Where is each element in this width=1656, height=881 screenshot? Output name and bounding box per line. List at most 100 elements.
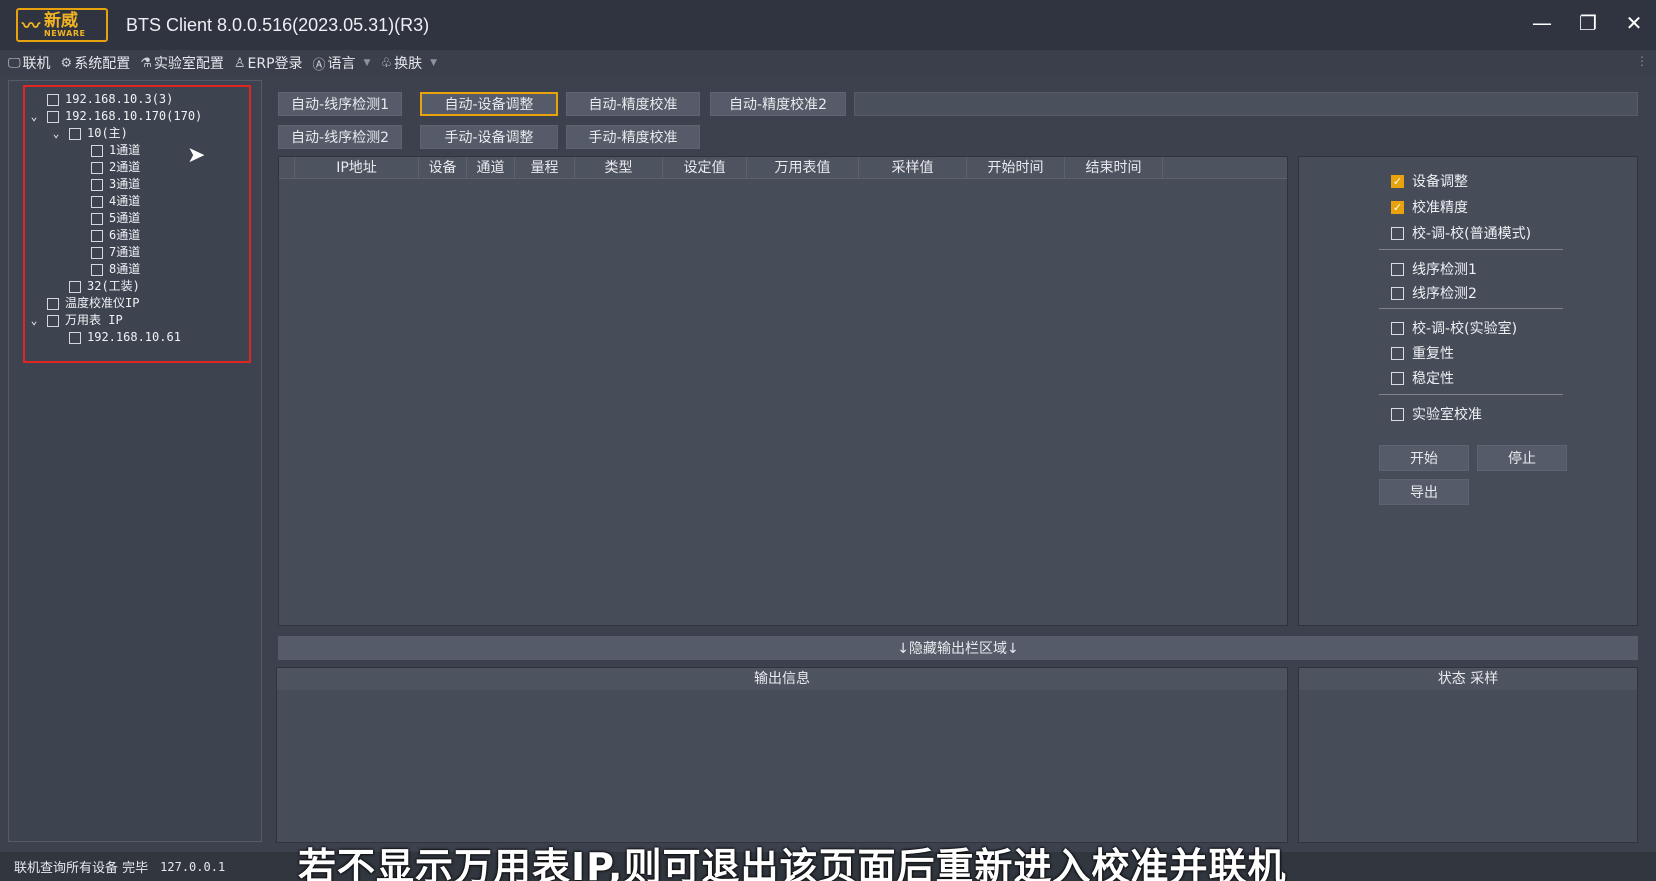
export-button[interactable]: 导出 [1379,479,1469,505]
logo-text-cn: 新威 [44,10,78,31]
tree-node[interactable]: 4通道 [27,193,202,210]
manual-precision-calibration-button[interactable]: 手动-精度校准 [566,125,700,149]
column-header-type[interactable]: 类型 [575,157,663,179]
manual-device-adjust-button[interactable]: 手动-设备调整 [420,125,558,149]
checkbox-icon[interactable] [1391,262,1404,276]
column-header-device[interactable]: 设备 [419,157,467,179]
checkbox-icon[interactable] [91,246,103,259]
title-bar: 〰 新威 NEWARE BTS Client 8.0.0.516(2023.05… [0,0,1656,50]
tree-node-label: 6通道 [109,228,141,242]
tree-node[interactable]: 8通道 [27,261,202,278]
chevron-down-icon: ▼ [430,58,438,68]
status-ip: 127.0.0.1 [160,859,226,874]
shirt-icon: ♧ [380,55,393,71]
checkbox-icon[interactable] [91,212,103,225]
tree-node-label: 32(工装) [87,279,140,293]
tree-node-label: 1通道 [109,143,141,157]
options-divider [1379,249,1563,250]
option-device-adjust[interactable]: ✓ 设备调整 [1391,171,1468,191]
auto-device-adjust-button[interactable]: 自动-设备调整 [420,92,558,116]
auto-precision-calibration2-button[interactable]: 自动-精度校准2 [710,92,846,116]
checkbox-icon[interactable] [1391,226,1404,240]
menu-overflow-icon[interactable]: ⋮ [1636,54,1648,68]
menu-bar: 🖵 联机 ⚙ 系统配置 ⚗ 实验室配置 ♙ ERP登录 Ⓐ 语言 ▼ ♧ 换肤 … [0,50,1656,76]
checkbox-icon[interactable] [47,110,59,123]
option-repeatability[interactable]: 重复性 [1391,343,1454,363]
option-calibration-precision[interactable]: ✓ 校准精度 [1391,197,1468,217]
tree-node[interactable]: ⌄ 192.168.10.170(170) [27,108,203,125]
menu-language[interactable]: Ⓐ 语言 ▼ [313,53,371,73]
tree-node[interactable]: 192.168.10.61 [27,329,202,346]
table-header: IP地址 设备 通道 量程 类型 设定值 万用表值 采样值 开始时间 结束时间 [279,157,1287,179]
checkbox-icon[interactable] [1391,286,1404,300]
option-stability[interactable]: 稳定性 [1391,368,1454,388]
option-cal-adjust-cal-normal[interactable]: 校-调-校(普通模式) [1391,223,1531,243]
tree-node[interactable]: ⌄ 万用表 IP [27,312,202,329]
tree-node[interactable]: 5通道 [27,210,202,227]
menu-skin[interactable]: ♧ 换肤 ▼ [380,53,437,73]
status-sample-panel[interactable]: 状态 采样 [1298,667,1638,843]
checkbox-icon[interactable] [91,178,103,191]
option-wiring-check2[interactable]: 线序检测2 [1391,283,1477,303]
tree-node[interactable]: 温度校准仪IP [27,295,202,312]
checkbox-icon[interactable] [69,331,81,344]
column-header-ip[interactable]: IP地址 [295,157,419,179]
checkbox-icon[interactable] [91,195,103,208]
option-lab-calibration[interactable]: 实验室校准 [1391,404,1482,424]
checkbox-icon[interactable] [47,93,59,106]
checkbox-icon[interactable] [47,314,59,327]
restore-button[interactable]: ❐ [1578,10,1598,36]
checkbox-checked-icon[interactable]: ✓ [1391,174,1404,188]
close-button[interactable]: ✕ [1624,10,1644,36]
checkbox-icon[interactable] [91,161,103,174]
checkbox-icon[interactable] [1391,371,1404,385]
start-button[interactable]: 开始 [1379,445,1469,471]
hide-output-area-button[interactable]: ↓隐藏输出栏区域↓ [278,636,1638,660]
auto-precision-calibration-button[interactable]: 自动-精度校准 [566,92,700,116]
calibration-table[interactable]: IP地址 设备 通道 量程 类型 设定值 万用表值 采样值 开始时间 结束时间 [278,156,1288,626]
checkbox-icon[interactable] [91,144,103,157]
checkbox-icon[interactable] [1391,321,1404,335]
option-wiring-check1[interactable]: 线序检测1 [1391,259,1477,279]
option-cal-adjust-cal-lab[interactable]: 校-调-校(实验室) [1391,318,1517,338]
chevron-down-icon[interactable]: ⌄ [27,312,41,329]
menu-connect[interactable]: 🖵 联机 [8,53,51,73]
column-header-set-value[interactable]: 设定值 [663,157,747,179]
column-header-start-time[interactable]: 开始时间 [967,157,1065,179]
tree-node[interactable]: 6通道 [27,227,202,244]
checkbox-icon[interactable] [47,297,59,310]
checkbox-checked-icon[interactable]: ✓ [1391,200,1404,214]
column-header-sample-value[interactable]: 采样值 [859,157,967,179]
menu-erp-login[interactable]: ♙ ERP登录 [234,53,303,73]
tree-node[interactable]: 1通道 [27,142,202,159]
tree-node-label: 4通道 [109,194,141,208]
stop-button[interactable]: 停止 [1477,445,1567,471]
output-info-panel[interactable]: 输出信息 [276,667,1288,843]
menu-lab-config[interactable]: ⚗ 实验室配置 [140,53,224,73]
checkbox-icon[interactable] [1391,346,1404,360]
tree-node[interactable]: 192.168.10.3(3) [27,91,202,108]
tree-node[interactable]: 3通道 [27,176,202,193]
chevron-down-icon[interactable]: ⌄ [49,125,63,142]
tree-node[interactable]: 7通道 [27,244,202,261]
tree-node[interactable]: 32(工装) [27,278,202,295]
checkbox-icon[interactable] [69,127,81,140]
minimize-button[interactable]: — [1532,10,1552,36]
menu-system-config[interactable]: ⚙ 系统配置 [61,53,131,73]
tree-node[interactable]: ⌄ 10(主) [27,125,202,142]
checkbox-icon[interactable] [91,229,103,242]
chevron-down-icon[interactable]: ⌄ [27,108,41,125]
column-header-channel[interactable]: 通道 [467,157,515,179]
column-header-end-time[interactable]: 结束时间 [1065,157,1163,179]
user-icon: ♙ [233,55,246,71]
column-header-multimeter-value[interactable]: 万用表值 [747,157,859,179]
checkbox-icon[interactable] [91,263,103,276]
tree-node[interactable]: 2通道 [27,159,202,176]
auto-wiring-check2-button[interactable]: 自动-线序检测2 [278,125,402,149]
checkbox-icon[interactable] [1391,407,1404,421]
checkbox-icon[interactable] [69,280,81,293]
output-info-header: 输出信息 [277,668,1287,690]
tree-node-label: 2通道 [109,160,141,174]
auto-wiring-check1-button[interactable]: 自动-线序检测1 [278,92,402,116]
column-header-range[interactable]: 量程 [515,157,575,179]
